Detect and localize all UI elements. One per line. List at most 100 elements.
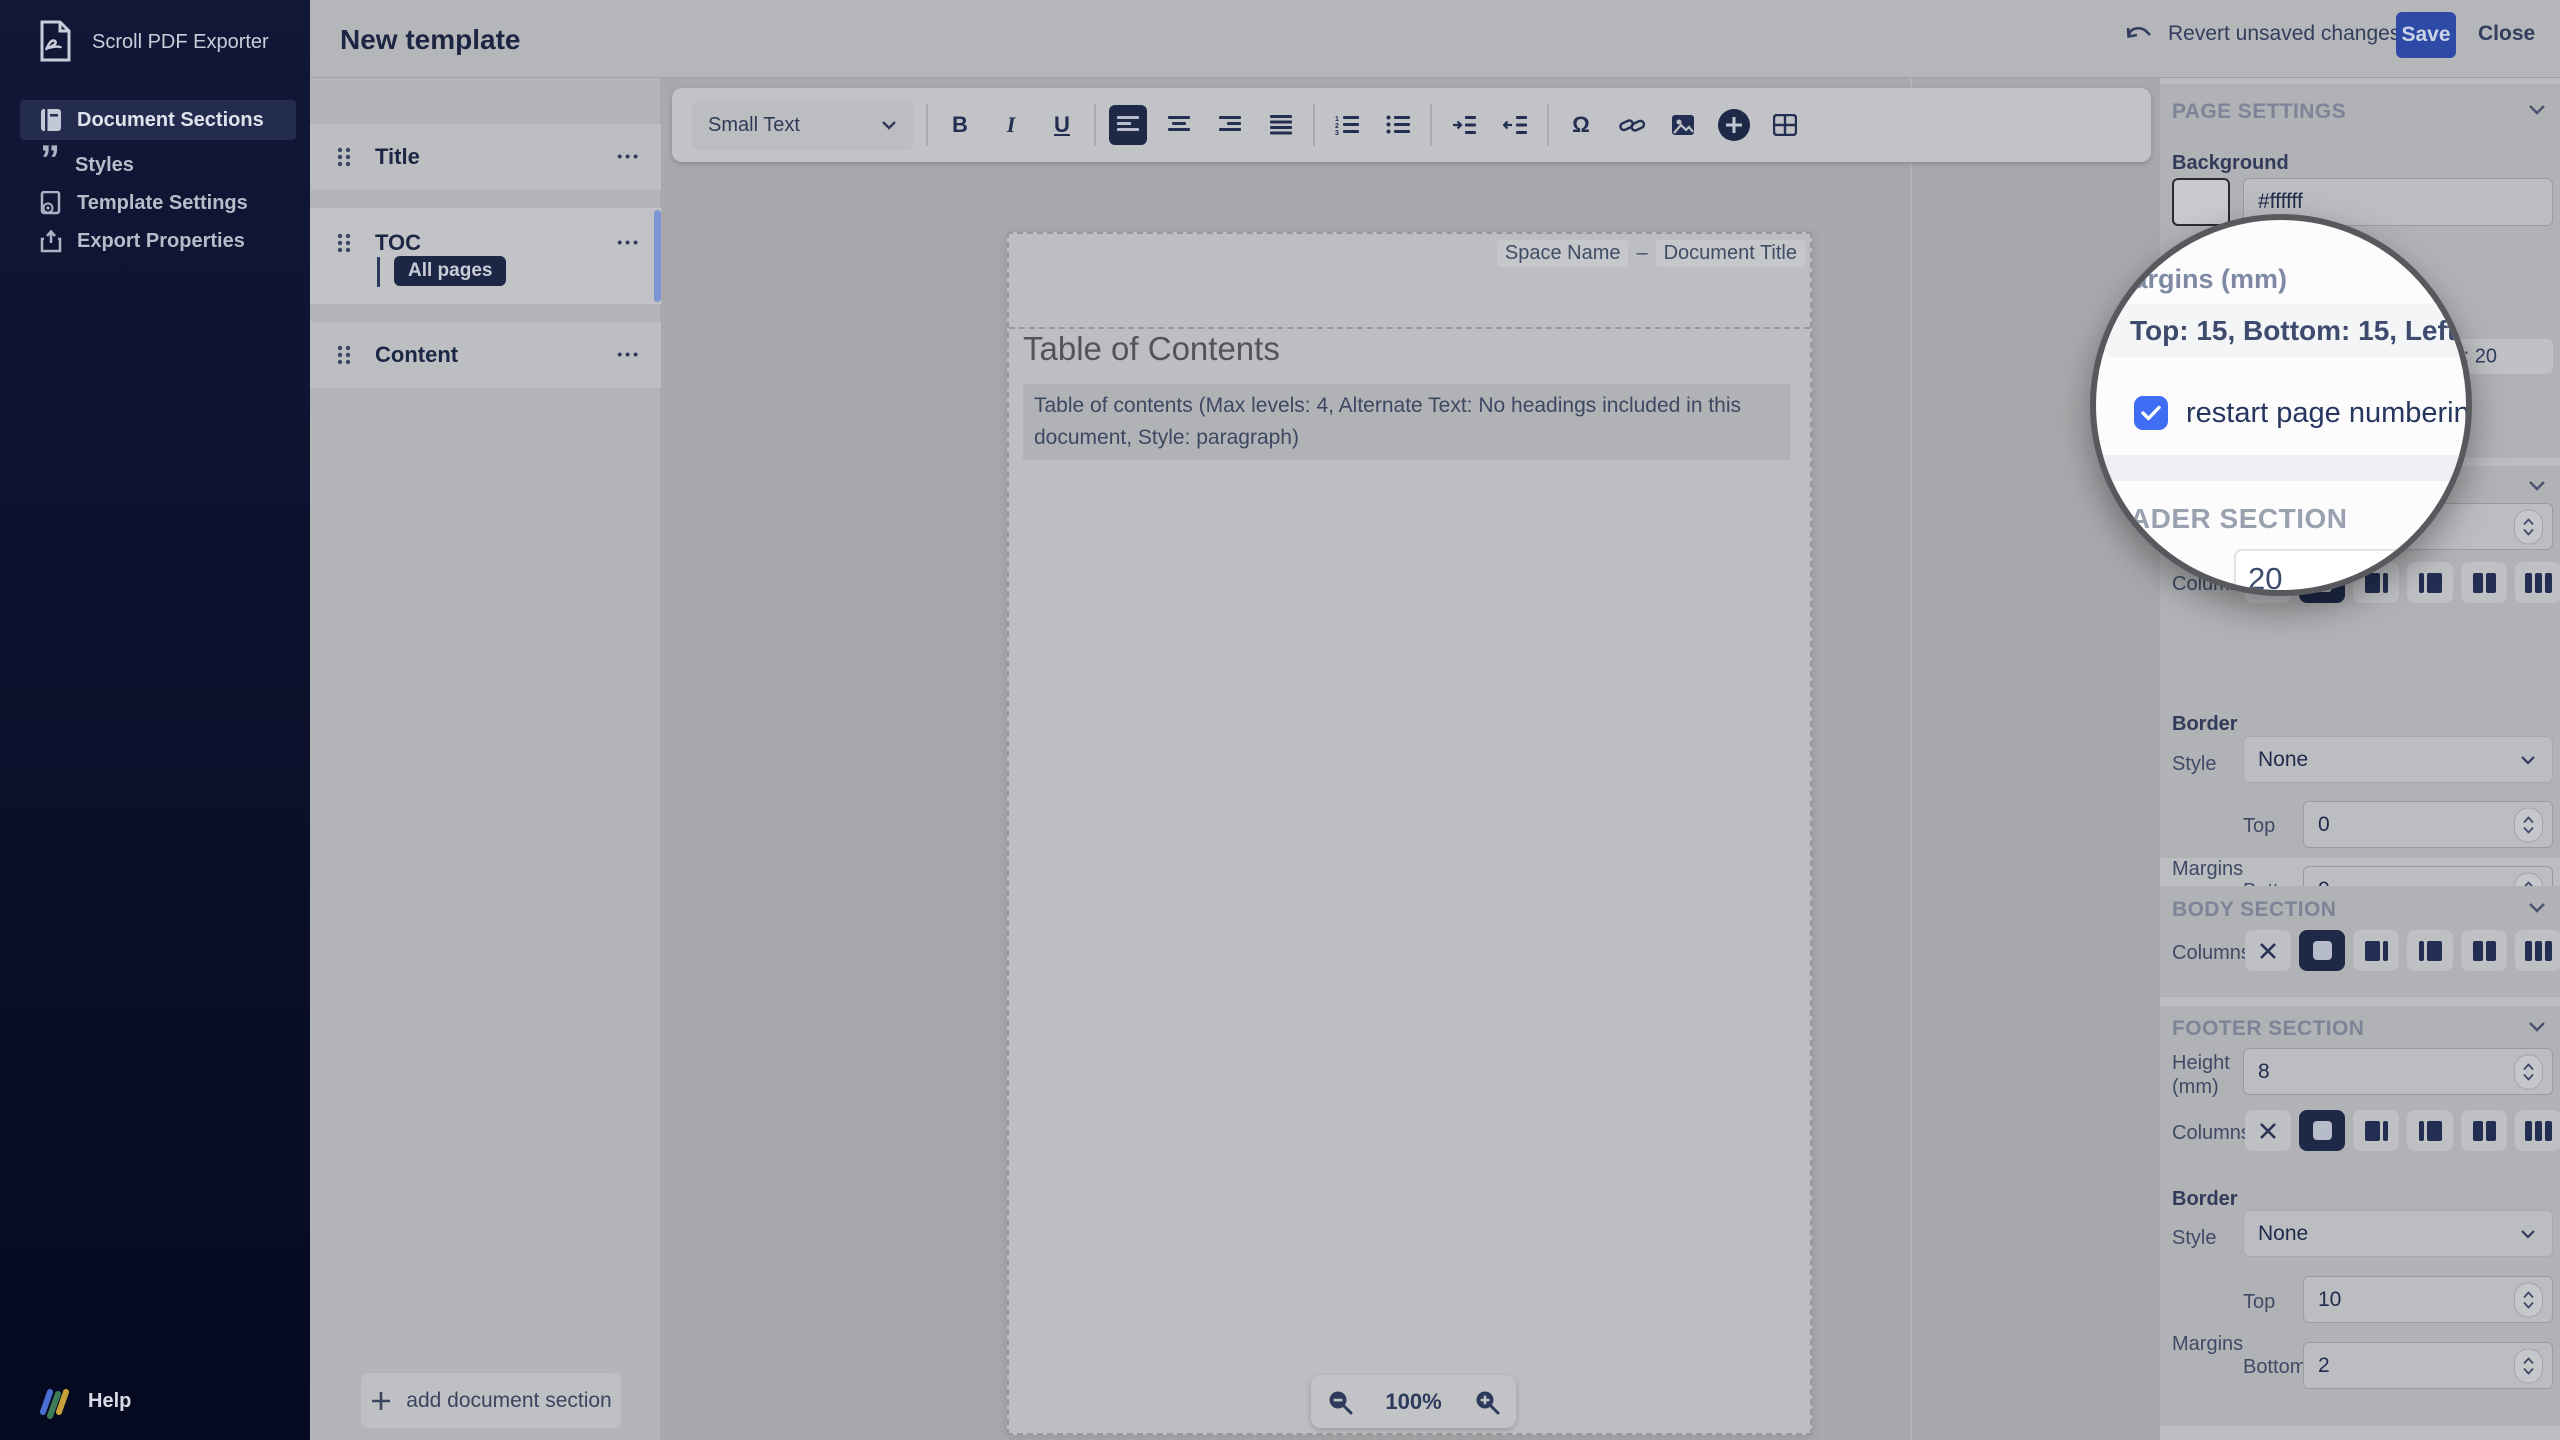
collapse-chevron-icon[interactable] — [2528, 480, 2546, 491]
columns-single-button[interactable] — [2299, 930, 2345, 971]
underline-button[interactable]: U — [1043, 105, 1081, 145]
sidebar-item-export-properties[interactable]: Export Properties — [20, 224, 296, 258]
bold-button[interactable]: B — [941, 105, 979, 145]
collapse-chevron-icon[interactable] — [2528, 1021, 2546, 1032]
toc-placeholder-block[interactable]: Table of contents (Max levels: 4, Altern… — [1023, 384, 1790, 460]
all-pages-badge: All pages — [394, 256, 506, 286]
header-margin-top-input[interactable]: 0 — [2303, 801, 2553, 848]
stepper-control[interactable] — [2514, 1054, 2543, 1089]
justify-button[interactable] — [1262, 105, 1300, 145]
text-style-select[interactable]: Small Text — [692, 101, 913, 150]
section-menu-button[interactable]: ••• — [617, 346, 641, 362]
lens-header-section-title: HEADER SECTION — [2090, 503, 2347, 535]
columns-main-right-button[interactable] — [2353, 1110, 2399, 1151]
page-settings-title: PAGE SETTINGS — [2172, 100, 2346, 124]
footer-margin-top-input[interactable]: 10 — [2303, 1276, 2553, 1323]
zoom-in-icon[interactable] — [1474, 1389, 1500, 1415]
indent-button[interactable] — [1445, 105, 1483, 145]
token-separator: – — [1636, 242, 1647, 265]
columns-three-button[interactable] — [2515, 1110, 2560, 1151]
add-document-section-button[interactable]: add document section — [361, 1373, 621, 1428]
stepper-control[interactable] — [2514, 807, 2543, 842]
document-sections-icon — [40, 108, 62, 132]
lens-header-height-input[interactable]: 20 — [2234, 549, 2472, 596]
columns-two-button[interactable] — [2461, 1110, 2507, 1151]
drag-handle-icon[interactable] — [336, 344, 352, 366]
sidebar-item-template-settings[interactable]: Template Settings — [20, 186, 296, 220]
lens-restart-checkbox[interactable] — [2134, 396, 2168, 430]
footer-border-style-select[interactable]: None — [2243, 1210, 2553, 1257]
template-settings-icon — [40, 191, 62, 215]
section-menu-button[interactable]: ••• — [617, 234, 641, 250]
footer-margin-bottom-input[interactable]: 2 — [2303, 1342, 2553, 1389]
align-right-button[interactable] — [1211, 105, 1249, 145]
section-label: Content — [375, 342, 458, 368]
columns-two-button[interactable] — [2461, 930, 2507, 971]
image-button[interactable] — [1664, 105, 1702, 145]
align-center-button[interactable] — [1160, 105, 1198, 145]
link-button[interactable] — [1613, 105, 1651, 145]
bottom-label: Bottom — [2243, 1356, 2306, 1379]
header-border-style-select[interactable]: None — [2243, 736, 2553, 783]
section-row-title[interactable]: Title ••• — [310, 124, 661, 190]
outdent-button[interactable] — [1496, 105, 1534, 145]
italic-button[interactable]: I — [992, 105, 1030, 145]
svg-text:1: 1 — [1335, 116, 1339, 123]
border-label: Border — [2172, 713, 2238, 736]
bullet-list-button[interactable] — [1379, 105, 1417, 145]
magnifier-lens: Margins (mm) Top: 15, Bottom: 15, Left: … — [2090, 214, 2472, 596]
section-row-content[interactable]: Content ••• — [310, 322, 661, 388]
lens-restart-label: restart page numbering — [2186, 396, 2472, 430]
styles-quotes-icon: ” — [40, 155, 60, 175]
zoom-out-icon[interactable] — [1327, 1389, 1353, 1415]
special-character-button[interactable]: Ω — [1562, 105, 1600, 145]
ordered-list-button[interactable]: 123 — [1328, 105, 1366, 145]
collapse-chevron-icon[interactable] — [2528, 104, 2546, 115]
footer-height-input[interactable]: 8 — [2243, 1048, 2553, 1095]
margin-top-value: 10 — [2318, 1288, 2341, 1312]
lens-header-height-value: 20 — [2248, 551, 2282, 596]
document-page-preview[interactable]: Space Name – Document Title Table of Con… — [1007, 232, 1812, 1435]
columns-three-button[interactable] — [2515, 562, 2560, 603]
app-logo-row: Scroll PDF Exporter — [34, 20, 294, 64]
columns-left-main-button[interactable] — [2407, 930, 2453, 971]
sidebar-item-document-sections[interactable]: Document Sections — [20, 100, 296, 140]
toolbar-divider — [1094, 104, 1096, 146]
sidebar-item-styles[interactable]: ” Styles — [20, 148, 296, 182]
table-button[interactable] — [1766, 105, 1804, 145]
insert-element-button[interactable] — [1715, 105, 1753, 145]
close-button[interactable]: Close — [2478, 22, 2535, 46]
drag-handle-icon[interactable] — [336, 146, 352, 168]
border-style-value: None — [2258, 748, 2308, 772]
footer-section-card: FOOTER SECTION Height (mm) 8 Columns Bo — [2160, 1006, 2560, 1426]
section-menu-button[interactable]: ••• — [617, 148, 641, 164]
selected-section-indicator — [654, 210, 661, 302]
columns-none-button[interactable] — [2245, 1110, 2291, 1151]
columns-main-right-button[interactable] — [2353, 930, 2399, 971]
toolbar-divider — [926, 104, 928, 146]
sidebar-item-label: Document Sections — [77, 109, 264, 132]
space-name-token[interactable]: Space Name — [1497, 240, 1629, 267]
document-title-token[interactable]: Document Title — [1656, 240, 1805, 267]
lens-margins-summary-value: Top: 15, Bottom: 15, Left: 20, Right: 20 — [2130, 304, 2472, 357]
columns-single-button[interactable] — [2299, 1110, 2345, 1151]
save-button[interactable]: Save — [2396, 12, 2456, 58]
stepper-control[interactable] — [2514, 1348, 2543, 1383]
help-button[interactable]: Help — [36, 1382, 131, 1420]
columns-none-button[interactable] — [2245, 930, 2291, 971]
collapse-chevron-icon[interactable] — [2528, 902, 2546, 913]
columns-two-button[interactable] — [2461, 562, 2507, 603]
section-row-toc[interactable]: TOC ••• All pages — [310, 208, 661, 304]
lens-card-divider — [2096, 455, 2466, 481]
columns-three-button[interactable] — [2515, 930, 2560, 971]
background-color-swatch[interactable] — [2172, 178, 2230, 226]
stepper-control[interactable] — [2514, 1282, 2543, 1317]
stepper-control[interactable] — [2514, 509, 2543, 544]
revert-unsaved-changes-button[interactable]: Revert unsaved changes — [2124, 22, 2400, 46]
columns-left-main-button[interactable] — [2407, 1110, 2453, 1151]
style-label: Style — [2172, 1227, 2216, 1250]
editor-toolbar: Small Text B I U 1 — [672, 88, 2151, 162]
margin-top-value: 0 — [2318, 813, 2330, 837]
drag-handle-icon[interactable] — [336, 232, 352, 254]
align-left-button[interactable] — [1109, 105, 1147, 145]
